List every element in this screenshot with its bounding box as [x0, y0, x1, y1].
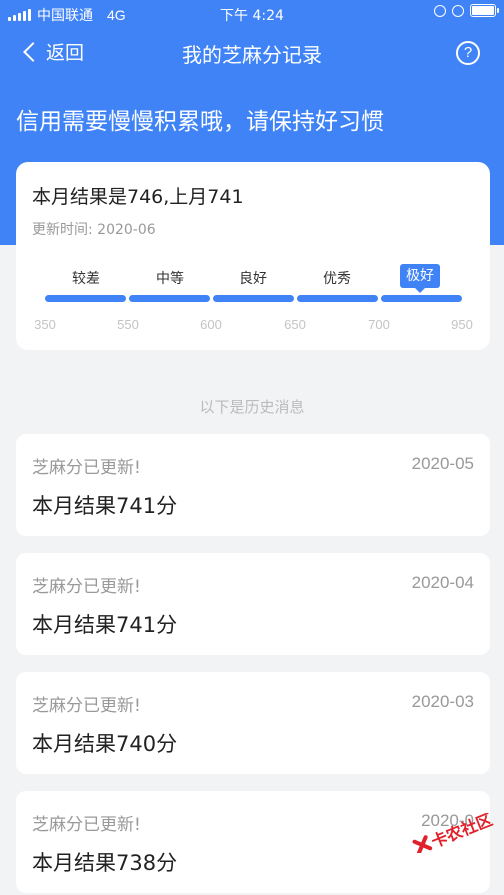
nav-bar: 返回 我的芝麻分记录 ?: [0, 28, 504, 78]
help-icon[interactable]: ?: [456, 41, 480, 65]
history-card-title: 芝麻分已更新!: [32, 458, 141, 478]
history-card-date: 2020-03: [411, 692, 474, 711]
history-card-result: 本月结果738分: [32, 851, 178, 875]
score-card: 本月结果是746,上月741 更新时间: 2020-06 较差 中等 良好 优秀…: [16, 162, 490, 350]
status-time: 下午 4:24: [220, 8, 284, 24]
tick-label: 950: [451, 317, 473, 332]
battery-icon: [470, 4, 499, 17]
level-segment-excellent: [381, 295, 462, 302]
level-segment-poor: [45, 295, 126, 302]
history-card-date: 2020-05: [411, 454, 474, 473]
tick-label: 650: [284, 317, 306, 332]
tick-label: 700: [368, 317, 390, 332]
level-label-poor: 较差: [72, 271, 100, 287]
hero-text: 信用需要慢慢积累哦，请保持好习惯: [16, 109, 384, 135]
tick-label: 350: [34, 317, 56, 332]
history-card[interactable]: 芝麻分已更新! 2020-05 本月结果741分: [16, 434, 490, 536]
back-label: 返回: [46, 42, 85, 64]
update-time: 更新时间: 2020-06: [32, 222, 156, 238]
tick-label: 550: [117, 317, 139, 332]
history-card[interactable]: 芝麻分已更新! 2020-04 本月结果741分: [16, 553, 490, 655]
status-right: [434, 4, 499, 17]
history-card-title: 芝麻分已更新!: [32, 696, 141, 716]
alarm-icon: [452, 4, 464, 17]
back-button[interactable]: 返回: [22, 38, 84, 65]
history-card-result: 本月结果741分: [32, 494, 178, 518]
level-label-good: 良好: [239, 271, 267, 287]
level-segment-good: [213, 295, 294, 302]
level-label-excellent: 极好: [400, 264, 440, 293]
watermark-logo: 卡农社区: [412, 813, 495, 853]
history-card-date: 2020-04: [411, 573, 474, 592]
status-bar: 中国联通 4G 下午 4:24: [0, 0, 504, 28]
orientation-lock-icon: [434, 4, 446, 17]
history-card[interactable]: 芝麻分已更新! 2020-03 本月结果740分: [16, 672, 490, 774]
level-label-very-good: 优秀: [323, 271, 351, 287]
history-card-title: 芝麻分已更新!: [32, 577, 141, 597]
history-card-result: 本月结果741分: [32, 613, 178, 637]
level-segment-very-good: [297, 295, 378, 302]
level-label-fair: 中等: [156, 271, 184, 287]
score-summary: 本月结果是746,上月741: [32, 186, 244, 208]
chevron-left-icon: [23, 41, 43, 62]
history-card-result: 本月结果740分: [32, 732, 178, 756]
watermark-text: 卡农社区: [429, 813, 495, 851]
history-divider: 以下是历史消息: [199, 398, 305, 416]
level-segment-fair: [129, 295, 210, 302]
tick-label: 600: [200, 317, 222, 332]
history-card-title: 芝麻分已更新!: [32, 815, 141, 835]
